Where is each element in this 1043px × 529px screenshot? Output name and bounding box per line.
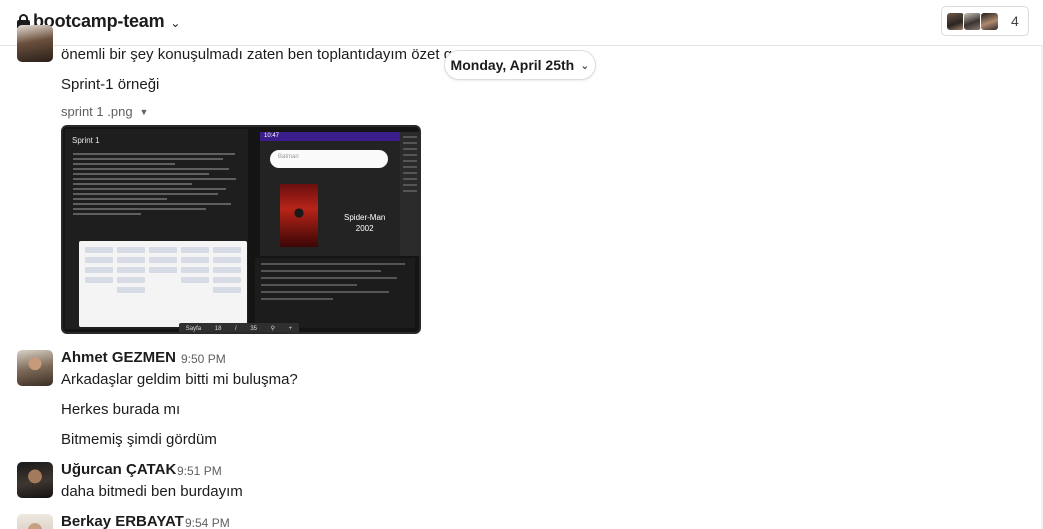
plus-icon: + [288,325,293,332]
member-avatar [980,11,999,31]
members-button[interactable]: 4 [941,6,1029,36]
movie-title: Spider-Man 2002 [344,213,386,233]
avatar[interactable] [17,350,53,386]
timestamp[interactable]: 9:50 PM [181,352,226,366]
movie-poster [280,184,318,247]
avatar[interactable] [17,25,53,62]
message-text: Herkes burada mı [61,401,181,418]
image-attachment[interactable]: Sprint 1 10:47 Batman Spider-Man 2002 Sa… [61,125,421,334]
chevron-down-icon: ⌄ [170,15,181,30]
message-text: önemli bir şey konuşulmadı zaten ben top… [61,46,468,63]
message-text: Bitmemiş şimdi gördüm [61,431,217,448]
document-preview: Sprint 1 [65,129,248,329]
sender-name[interactable]: Berkay ERBAYAT [61,513,184,529]
search-field-preview: Batman [270,150,388,168]
file-name-toggle[interactable]: sprint 1 .png ▼ [61,104,148,119]
document-lines [73,153,243,218]
chevron-down-icon: ⌄ [580,59,590,72]
message-text: daha bitmedi ben burdayım [61,483,243,500]
file-name: sprint 1 .png [61,104,133,119]
status-bar: 10:47 [260,132,400,141]
zoom-icon: ⚲ [270,326,276,332]
channel-header: bootcamp-team ⌄ 4 [0,0,1043,46]
date-divider-button[interactable]: Monday, April 25th ⌄ [444,50,596,80]
document-sidebar [400,132,419,256]
caret-down-icon: ▼ [139,106,149,117]
timestamp[interactable]: 9:54 PM [185,516,230,529]
document-lines [255,258,415,328]
pdf-pager: Sayfa 18 / 35 ⚲ + [179,323,299,332]
sender-name[interactable]: Uğurcan ÇATAK [61,461,176,478]
document-title: Sprint 1 [72,136,100,145]
avatar[interactable] [17,514,53,529]
message-text: Sprint-1 örneği [61,76,160,93]
task-board-preview [79,241,247,327]
phone-screenshot-preview: 10:47 Batman Spider-Man 2002 [260,132,400,256]
date-divider-label: Monday, April 25th [450,57,575,73]
member-count: 4 [1011,13,1019,29]
sender-name[interactable]: Ahmet GEZMEN [61,349,176,366]
timestamp[interactable]: 9:51 PM [177,464,222,478]
avatar[interactable] [17,462,53,498]
message-text: Arkadaşlar geldim bitti mi buluşma? [61,371,298,388]
